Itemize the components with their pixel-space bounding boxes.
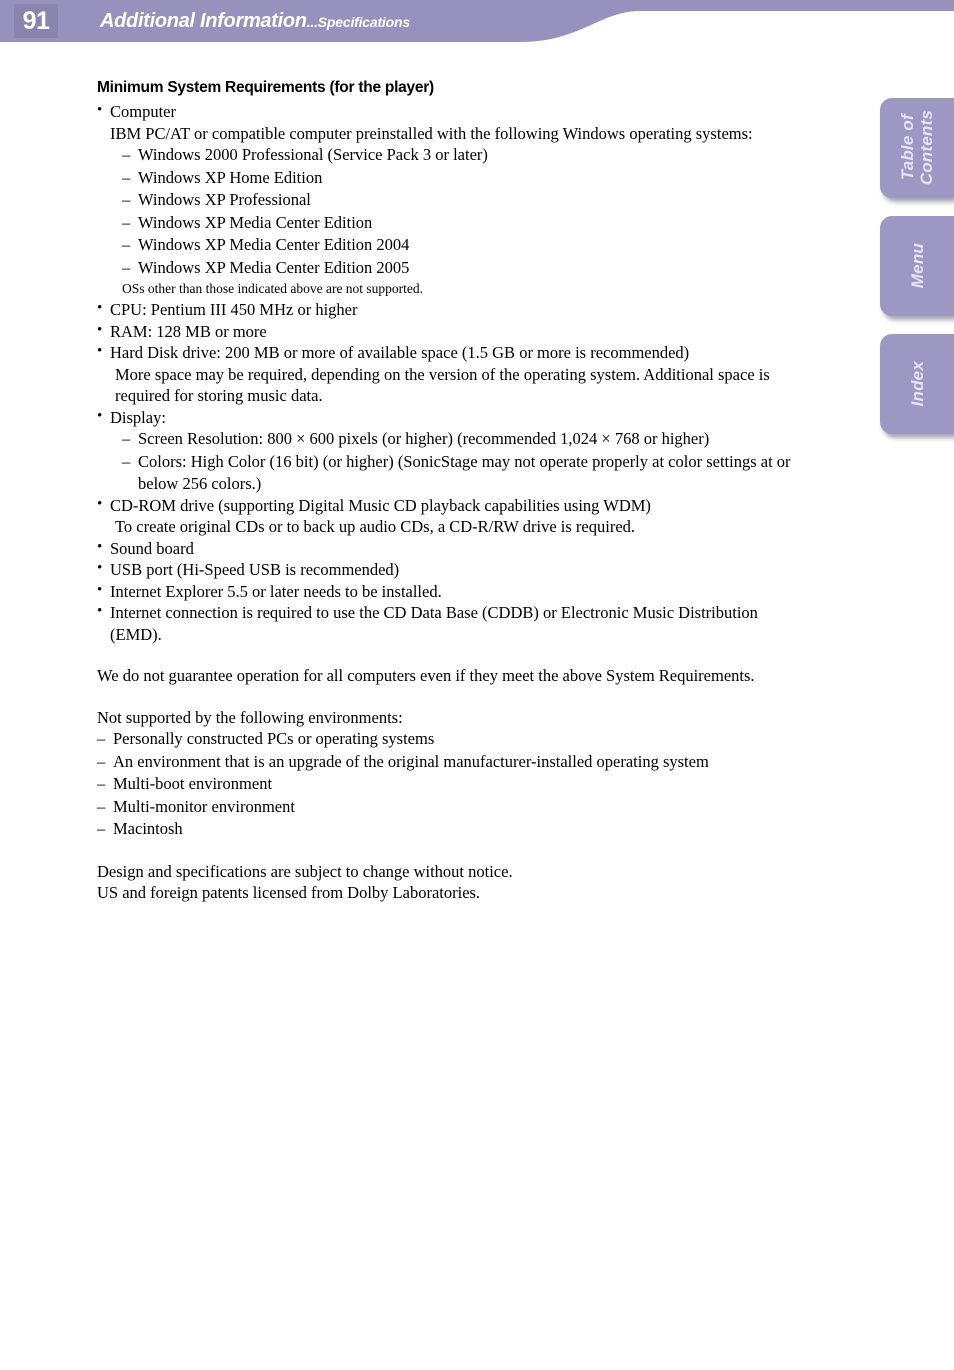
display-resolution: Screen Resolution: 800 × 600 pixels (or … [97,428,827,451]
os-list-item: Windows XP Home Edition [97,167,827,190]
closing-line-2: US and foreign patents licensed from Dol… [97,883,481,902]
unsupported-list-item: Multi-boot environment [97,773,827,796]
os-list-item: Windows XP Media Center Edition 2005 [97,257,827,280]
guarantee-paragraph: We do not guarantee operation for all co… [97,666,755,685]
bullet-computer: Computer [97,100,827,123]
hard-disk-note-line-2: required for storing music data. [115,386,323,405]
side-tab-label-index: Index [907,361,927,407]
os-list-item: Windows XP Professional [97,189,827,212]
display-colors-line-1: Colors: High Color (16 bit) (or higher) … [97,451,827,474]
cd-rom-note: To create original CDs or to back up aud… [115,517,636,536]
side-tab-inner: Menu [880,216,954,316]
bullet-cpu: CPU: Pentium III 450 MHz or higher [97,298,827,321]
page-content: Minimum System Requirements (for the pla… [97,78,827,904]
side-tab-inner: Index [880,334,954,434]
display-colors-line-2: below 256 colors.) [138,474,262,493]
page-header: 91 Additional Information...Specificatio… [0,0,954,60]
side-tab-label-menu: Menu [907,243,927,289]
bullet-internet-connection: Internet connection is required to use t… [97,601,827,624]
page-title: Additional Information...Specifications [100,8,410,35]
unsupported-list-item: Macintosh [97,818,827,841]
side-tab-index[interactable]: Index [880,334,954,434]
page-title-ellipsis: ... [306,14,318,30]
os-list-item: Windows XP Media Center Edition 2004 [97,234,827,257]
bullet-hard-disk: Hard Disk drive: 200 MB or more of avail… [97,341,827,364]
bullet-sound-board: Sound board [97,537,827,560]
os-list-item: Windows 2000 Professional (Service Pack … [97,144,827,167]
side-tab-inner: Table of Contents [880,98,954,198]
section-heading: Minimum System Requirements (for the pla… [97,79,434,96]
hard-disk-note-line-1: More space may be required, depending on… [115,364,770,384]
internet-connection-line-2: (EMD). [110,624,162,644]
side-tab-group: Table of Contents Menu Index [880,98,954,452]
unsupported-intro: Not supported by the following environme… [97,707,403,727]
computer-intro-text: IBM PC/AT or compatible computer preinst… [110,123,753,143]
unsupported-list-item: An environment that is an upgrade of the… [97,751,827,774]
closing-line-1: Design and specifications are subject to… [97,861,513,881]
page-title-sub: Specifications [317,14,410,30]
bullet-usb-port: USB port (Hi-Speed USB is recommended) [97,558,827,581]
page-number: 91 [14,4,58,38]
bullet-cd-rom: CD-ROM drive (supporting Digital Music C… [97,494,827,517]
os-list-item: Windows XP Media Center Edition [97,212,827,235]
page-title-main: Additional Information [100,10,307,32]
unsupported-list-item: Personally constructed PCs or operating … [97,728,827,751]
side-tab-label-table-of-contents: Table of Contents [898,110,936,186]
bullet-display: Display: [97,406,827,429]
side-tab-menu[interactable]: Menu [880,216,954,316]
os-support-note: OSs other than those indicated above are… [122,281,424,296]
side-tab-table-of-contents[interactable]: Table of Contents [880,98,954,198]
bullet-internet-explorer: Internet Explorer 5.5 or later needs to … [97,580,827,603]
bullet-ram: RAM: 128 MB or more [97,320,827,343]
unsupported-list-item: Multi-monitor environment [97,796,827,819]
